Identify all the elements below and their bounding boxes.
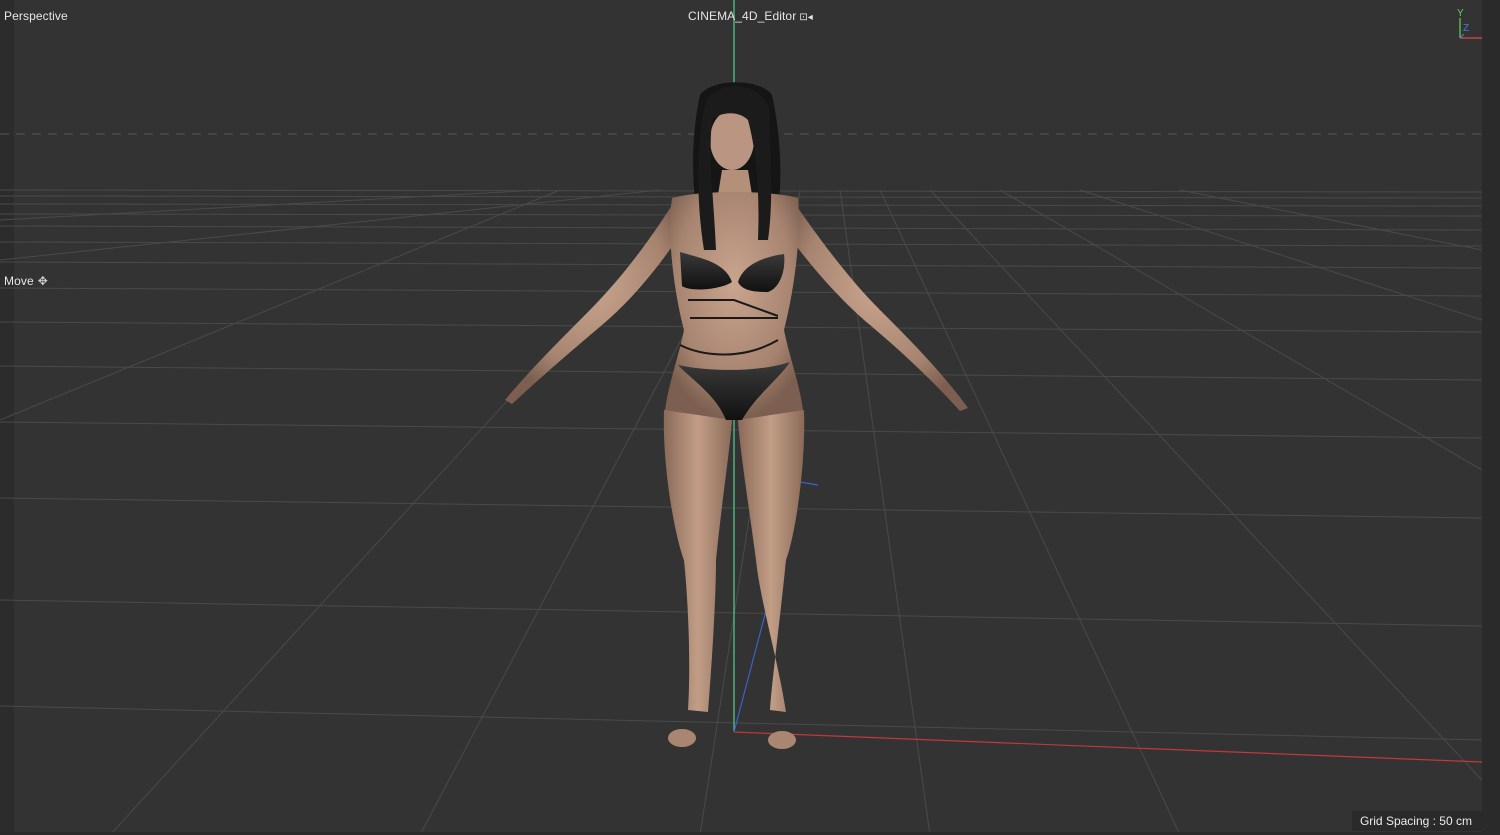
axis-y-label: Y: [1457, 8, 1464, 19]
axis-x-label: X: [1486, 34, 1493, 45]
grid-spacing-label: Grid Spacing : 50 cm: [1351, 811, 1482, 831]
axis-z-label: Z: [1463, 23, 1470, 34]
move-icon: ✥: [37, 274, 48, 288]
character-model: [505, 82, 968, 749]
active-tool-label: Move ✥: [4, 274, 48, 288]
lock-icon[interactable]: ⊡◂: [799, 12, 813, 23]
active-tool-text: Move: [4, 274, 34, 288]
view-name-label[interactable]: Perspective: [4, 9, 68, 23]
world-x-axis: [733, 731, 1482, 763]
camera-name-label[interactable]: CINEMA_4D_Editor ⊡◂: [688, 9, 813, 23]
3d-viewport[interactable]: Perspective CINEMA_4D_Editor ⊡◂ Move ✥ Y Z…: [0, 0, 1500, 835]
viewport-scene[interactable]: [0, 0, 1482, 835]
camera-name-text: CINEMA_4D_Editor: [688, 9, 797, 23]
axis-gizmo: Y Z X: [1452, 8, 1493, 48]
